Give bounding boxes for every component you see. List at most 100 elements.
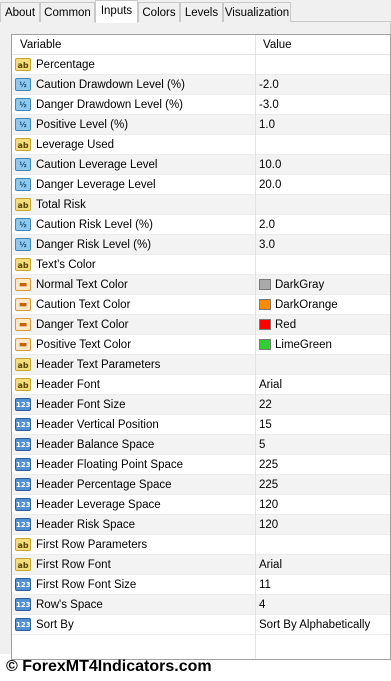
variable-name: First Row Font — [36, 559, 111, 571]
variable-value[interactable]: 11 — [259, 575, 271, 595]
table-row[interactable]: 123 Header Floating Point Space 225 — [12, 455, 390, 475]
variable-name: Text's Color — [36, 259, 96, 271]
variable-name: Leverage Used — [36, 139, 114, 151]
string-type-icon: ab — [15, 198, 31, 211]
integer-type-icon: 123 — [15, 498, 31, 511]
string-type-icon: ab — [15, 538, 31, 551]
variable-name: Sort By — [36, 619, 74, 631]
color-name: DarkOrange — [275, 299, 338, 311]
variable-name: Danger Leverage Level — [36, 179, 156, 191]
tab-visualization[interactable]: Visualization — [223, 2, 291, 22]
table-row[interactable]: ½ Danger Leverage Level 20.0 — [12, 175, 390, 195]
tab-levels[interactable]: Levels — [180, 2, 223, 22]
variable-name: Header Text Parameters — [36, 359, 161, 371]
table-row[interactable]: ▬ Danger Text Color Red — [12, 315, 390, 335]
integer-type-icon: 123 — [15, 618, 31, 631]
variable-value[interactable]: Red — [259, 315, 296, 335]
variable-value[interactable]: 4 — [259, 595, 265, 615]
variable-name: Header Risk Space — [36, 519, 136, 531]
variable-name: Row's Space — [36, 599, 103, 611]
table-row[interactable]: ▬ Caution Text Color DarkOrange — [12, 295, 390, 315]
color-swatch[interactable] — [259, 319, 271, 330]
table-row[interactable]: ½ Danger Risk Level (%) 3.0 — [12, 235, 390, 255]
color-swatch[interactable] — [259, 339, 271, 350]
table-row[interactable]: ½ Caution Drawdown Level (%) -2.0 — [12, 75, 390, 95]
variable-value[interactable]: Arial — [259, 555, 282, 575]
variable-name: Caution Leverage Level — [36, 159, 158, 171]
variable-value[interactable]: 10.0 — [259, 155, 281, 175]
table-row[interactable]: 123 Header Percentage Space 225 — [12, 475, 390, 495]
variable-value[interactable]: Arial — [259, 375, 282, 395]
table-row[interactable]: ab First Row Font Arial — [12, 555, 390, 575]
variable-value[interactable]: 225 — [259, 475, 278, 495]
variable-value[interactable]: 120 — [259, 515, 278, 535]
column-divider — [255, 35, 256, 659]
table-row[interactable]: ab First Row Parameters — [12, 535, 390, 555]
variable-value[interactable]: 3.0 — [259, 235, 275, 255]
table-row[interactable]: ab Leverage Used — [12, 135, 390, 155]
table-row[interactable]: ½ Danger Drawdown Level (%) -3.0 — [12, 95, 390, 115]
tab-colors[interactable]: Colors — [138, 2, 180, 22]
color-name: DarkGray — [275, 279, 325, 291]
string-type-icon: ab — [15, 58, 31, 71]
table-row[interactable]: ab Header Text Parameters — [12, 355, 390, 375]
tab-inputs[interactable]: Inputs — [95, 0, 138, 23]
column-header-variable[interactable]: Variable — [12, 35, 255, 55]
table-row[interactable]: ab Total Risk — [12, 195, 390, 215]
table-row[interactable]: ab Percentage — [12, 55, 390, 75]
table-row[interactable]: 123 Row's Space 4 — [12, 595, 390, 615]
variable-name: Caution Drawdown Level (%) — [36, 79, 185, 91]
variable-value[interactable]: 22 — [259, 395, 272, 415]
color-name: Red — [275, 319, 297, 331]
double-type-icon: ½ — [15, 178, 31, 191]
color-swatch[interactable] — [259, 299, 271, 310]
variable-value[interactable]: Sort By Alphabetically — [259, 615, 370, 635]
table-row[interactable]: ½ Positive Level (%) 1.0 — [12, 115, 390, 135]
double-type-icon: ½ — [15, 98, 31, 111]
variable-name: Header Font Size — [36, 399, 126, 411]
variable-value[interactable]: 15 — [259, 415, 272, 435]
double-type-icon: ½ — [15, 158, 31, 171]
variable-name: Percentage — [36, 59, 95, 71]
variable-value[interactable]: -3.0 — [259, 95, 279, 115]
variable-value[interactable]: 20.0 — [259, 175, 281, 195]
watermark-text: © ForexMT4Indicators.com — [6, 658, 212, 675]
table-row[interactable]: ½ Caution Leverage Level 10.0 — [12, 155, 390, 175]
variable-value[interactable]: -2.0 — [259, 75, 279, 95]
variable-value[interactable]: 1.0 — [259, 115, 275, 135]
table-row[interactable]: 123 Header Risk Space 120 — [12, 515, 390, 535]
variable-name: First Row Parameters — [36, 539, 148, 551]
column-header-value[interactable]: Value — [255, 35, 390, 55]
color-name: LimeGreen — [275, 339, 332, 351]
variable-value[interactable]: DarkOrange — [259, 295, 338, 315]
tab-common[interactable]: Common — [40, 2, 95, 22]
variable-value[interactable]: DarkGray — [259, 275, 324, 295]
variable-name: Header Font — [36, 379, 100, 391]
variable-value[interactable]: 5 — [259, 435, 265, 455]
color-swatch[interactable] — [259, 279, 271, 290]
variable-name: First Row Font Size — [36, 579, 137, 591]
variable-name: Header Balance Space — [36, 439, 155, 451]
tab-about[interactable]: About — [0, 2, 40, 22]
table-row[interactable]: 123 First Row Font Size 11 — [12, 575, 390, 595]
variable-name: Danger Risk Level (%) — [36, 239, 152, 251]
variable-value[interactable]: 2.0 — [259, 215, 275, 235]
variable-value[interactable]: 120 — [259, 495, 278, 515]
integer-type-icon: 123 — [15, 518, 31, 531]
string-type-icon: ab — [15, 378, 31, 391]
variable-name: Header Leverage Space — [36, 499, 161, 511]
table-row[interactable]: 123 Header Font Size 22 — [12, 395, 390, 415]
table-row[interactable]: ab Header Font Arial — [12, 375, 390, 395]
integer-type-icon: 123 — [15, 458, 31, 471]
variable-value[interactable]: 225 — [259, 455, 278, 475]
table-row[interactable]: 123 Header Vertical Position 15 — [12, 415, 390, 435]
integer-type-icon: 123 — [15, 598, 31, 611]
table-row[interactable]: ab Text's Color — [12, 255, 390, 275]
table-row[interactable]: ▬ Normal Text Color DarkGray — [12, 275, 390, 295]
variable-value[interactable]: LimeGreen — [259, 335, 332, 355]
table-row[interactable]: ½ Caution Risk Level (%) 2.0 — [12, 215, 390, 235]
table-row[interactable]: 123 Header Leverage Space 120 — [12, 495, 390, 515]
table-row[interactable]: 123 Header Balance Space 5 — [12, 435, 390, 455]
table-row[interactable]: ▬ Positive Text Color LimeGreen — [12, 335, 390, 355]
table-row[interactable]: 123 Sort By Sort By Alphabetically — [12, 615, 390, 635]
